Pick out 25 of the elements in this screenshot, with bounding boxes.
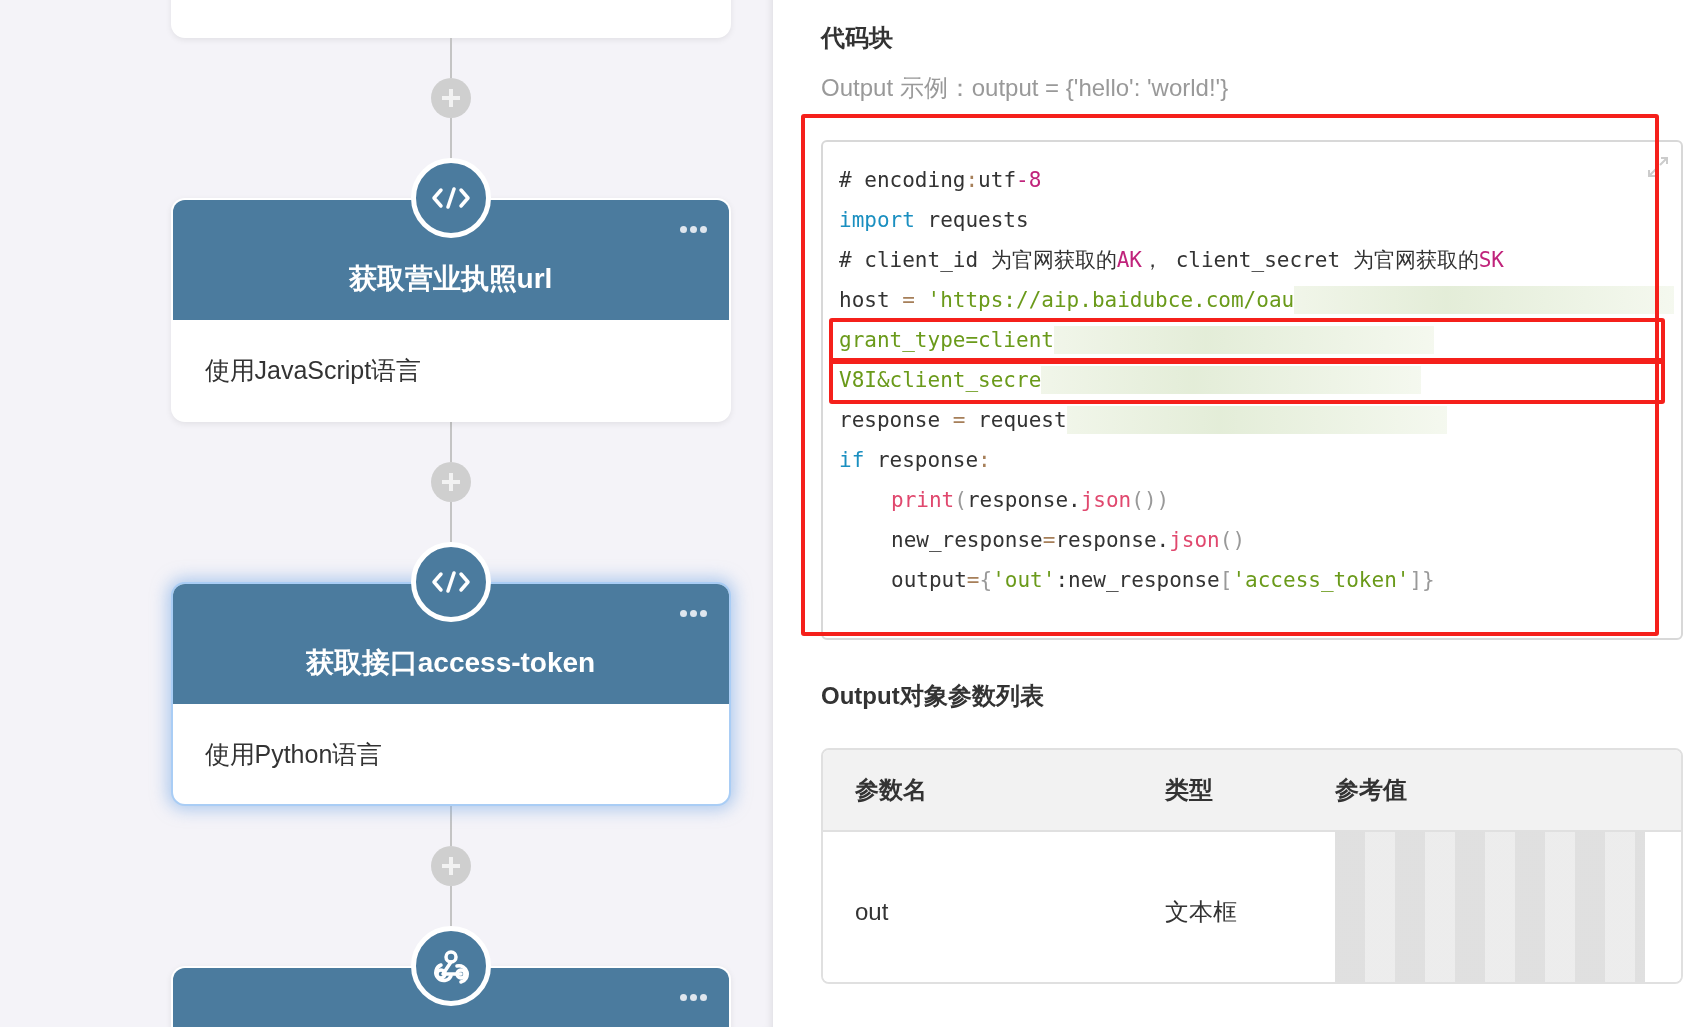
step-description: 使用Python语言: [203, 738, 384, 770]
table-cell-text: out: [855, 898, 890, 926]
table-cell-text: 文本框: [1165, 897, 1238, 927]
output-hint: Output 示例：output = {'hello': 'world!'}: [821, 73, 1230, 103]
section-title: Output对象参数列表: [821, 681, 1045, 711]
step-card[interactable]: 获取接口access-token 使用Python语言: [170, 582, 731, 806]
code-line: host = 'https://aip.baidubce.com/oau: [839, 287, 1295, 314]
code-line: # encoding:utf-8: [839, 167, 1042, 194]
code-line: V8I&client_secre: [839, 367, 1042, 394]
code-line: print(response.json()): [891, 487, 1170, 514]
step-title: 获取营业执照url: [348, 262, 553, 296]
step-title: 获取接口access-token: [305, 646, 596, 680]
column-header: 参考值: [1335, 775, 1408, 805]
code-line: # client_id 为官网获取的AK， client_secret 为官网获取的SK: [839, 247, 1504, 274]
code-line: grant_type=client: [839, 327, 1054, 354]
column-header: 类型: [1165, 775, 1214, 805]
code-line: output={'out':new_response['access_token']}: [891, 567, 1435, 594]
section-title: 代码块: [821, 23, 894, 53]
code-line: if response:: [839, 447, 991, 474]
code-line: response = request: [839, 407, 1067, 434]
code-line: import requests: [839, 207, 1029, 234]
column-header: 参数名: [855, 775, 928, 805]
step-description: 使用JavaScript语言: [203, 354, 423, 386]
code-line: new_response=response.json(): [891, 527, 1246, 554]
step-card[interactable]: 获取营业执照url 使用JavaScript语言: [170, 198, 731, 422]
